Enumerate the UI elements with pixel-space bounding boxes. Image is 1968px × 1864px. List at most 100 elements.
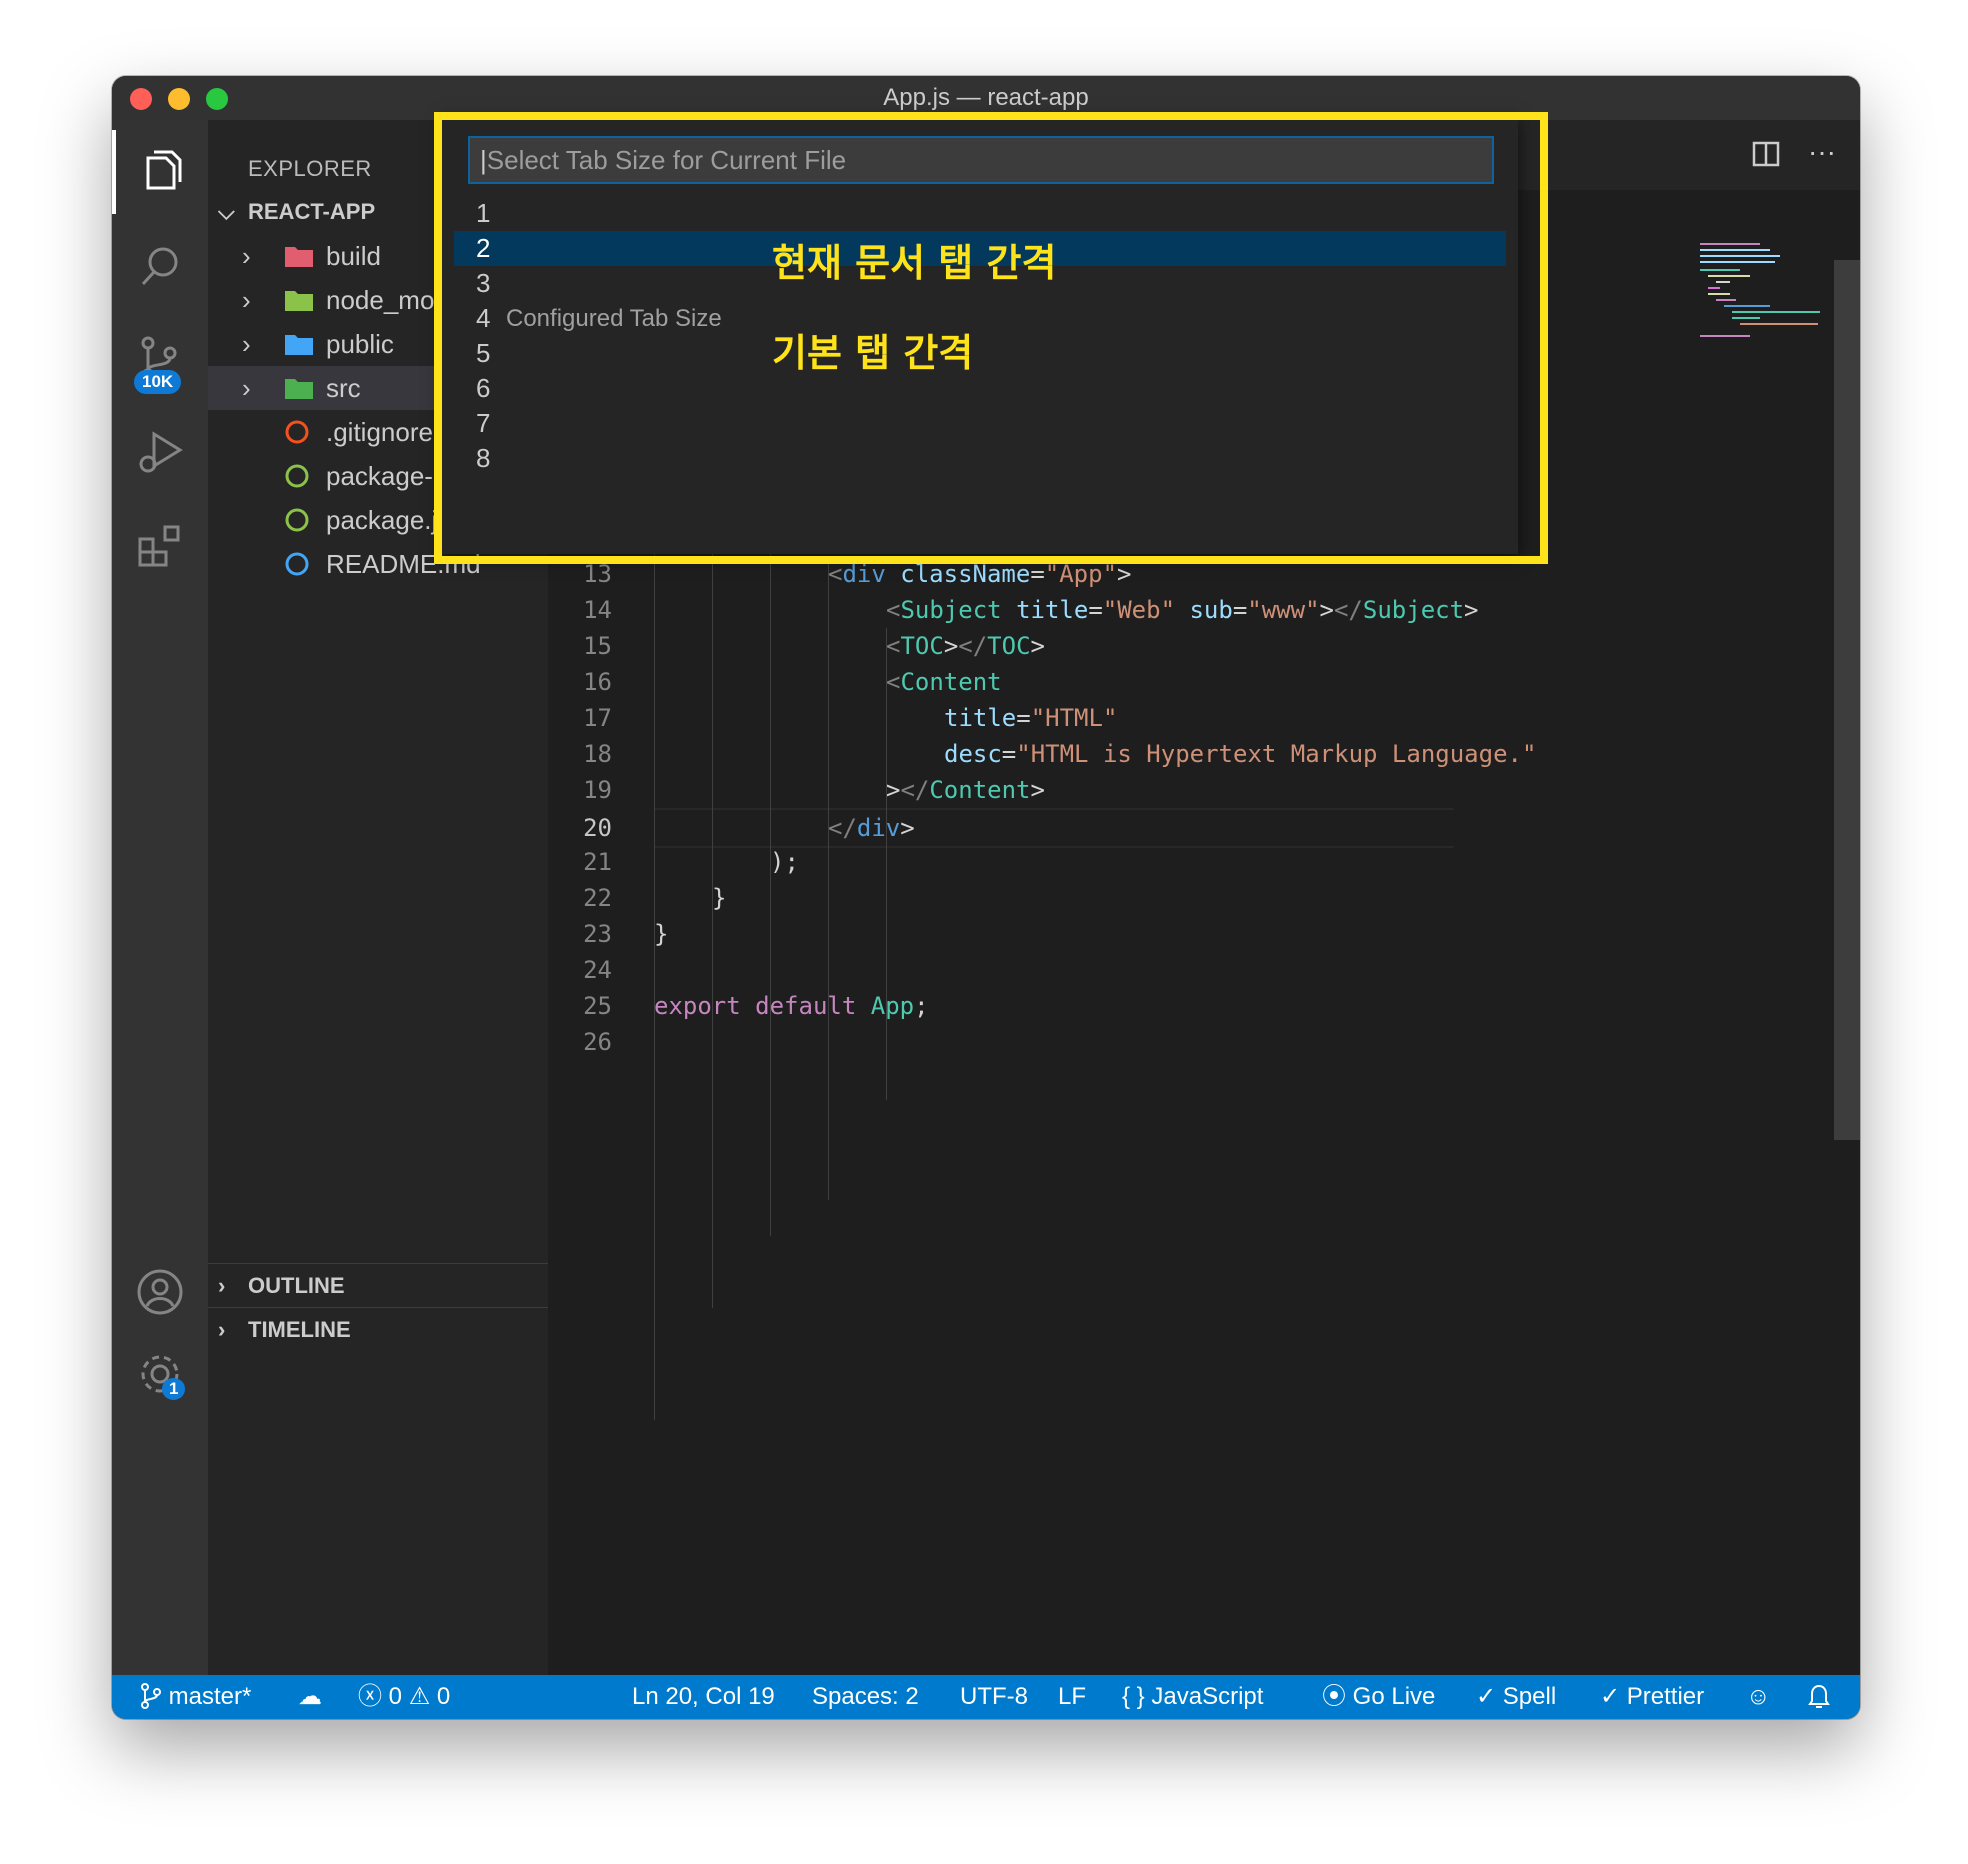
cursor-position-item[interactable]: Ln 20, Col 19 bbox=[632, 1675, 775, 1719]
code-line: 14 <Subject title="Web" sub="www"></Subje… bbox=[548, 592, 1860, 628]
quick-pick-highlight-box bbox=[434, 112, 1548, 564]
indent-guide bbox=[770, 520, 771, 1236]
tree-item-label: .gitignore bbox=[326, 416, 433, 447]
indentation-item[interactable]: Spaces: 2 bbox=[812, 1675, 919, 1719]
maximize-window-button[interactable] bbox=[206, 88, 228, 110]
source-control-badge: 10K bbox=[134, 370, 182, 394]
run-debug-activity-button[interactable] bbox=[112, 410, 208, 494]
chevron-right-icon: › bbox=[242, 372, 251, 403]
chevron-right-icon: › bbox=[218, 1317, 226, 1342]
code-line: 15 <TOC></TOC> bbox=[548, 628, 1860, 664]
code-line: 20 </div> bbox=[583, 808, 1454, 848]
accounts-activity-button[interactable] bbox=[112, 1250, 208, 1334]
sync-status-item[interactable]: ☁ bbox=[298, 1675, 322, 1719]
code-text: </div> bbox=[828, 814, 915, 842]
minimap[interactable] bbox=[1700, 240, 1830, 340]
run-debug-icon bbox=[139, 431, 183, 473]
tree-item-label: public bbox=[326, 328, 394, 359]
braces-icon: { } bbox=[1122, 1683, 1145, 1710]
error-count: 0 bbox=[388, 1683, 403, 1710]
indent-guide bbox=[886, 628, 887, 1100]
extensions-icon bbox=[138, 525, 180, 567]
branch-label: master* bbox=[168, 1683, 252, 1710]
feedback-item[interactable]: ☺ bbox=[1746, 1675, 1771, 1719]
explorer-activity-button[interactable] bbox=[112, 130, 208, 214]
line-number: 24 bbox=[583, 956, 612, 984]
status-bar: master* ☁ ⓧ 0 ⚠ 0 Ln 20, Col 19 Spaces: … bbox=[112, 1675, 1860, 1719]
warning-count: 0 bbox=[436, 1683, 451, 1710]
chevron-right-icon: › bbox=[242, 284, 251, 315]
indent-guide bbox=[712, 484, 713, 1308]
split-editor-icon[interactable] bbox=[1752, 140, 1780, 168]
prettier-item[interactable]: ✓ Prettier bbox=[1600, 1675, 1704, 1719]
check-icon: ✓ bbox=[1476, 1683, 1497, 1710]
more-actions-icon[interactable]: ··· bbox=[1808, 138, 1836, 168]
code-line: 19 ></Content> bbox=[548, 772, 1860, 808]
code-text: } bbox=[654, 920, 669, 948]
line-number: 26 bbox=[583, 1028, 612, 1056]
file-icon bbox=[284, 507, 318, 533]
folder-icon bbox=[284, 332, 318, 356]
language-label: JavaScript bbox=[1151, 1683, 1264, 1710]
indent-guide bbox=[828, 560, 829, 1200]
eol-item[interactable]: LF bbox=[1058, 1675, 1086, 1719]
indent-guide bbox=[654, 420, 655, 1420]
feedback-icon: ☺ bbox=[1746, 1683, 1771, 1710]
file-icon bbox=[284, 551, 318, 577]
code-text: } bbox=[712, 884, 727, 912]
chevron-down-icon: ⌵ bbox=[218, 199, 235, 224]
editor-actions: ··· bbox=[1752, 138, 1836, 168]
line-number: 19 bbox=[583, 776, 612, 804]
problems-status-item[interactable]: ⓧ 0 ⚠ 0 bbox=[358, 1675, 450, 1719]
minimap-preview bbox=[1700, 243, 1820, 337]
language-mode-item[interactable]: { } JavaScript bbox=[1122, 1675, 1263, 1719]
outline-label: OUTLINE bbox=[248, 1273, 345, 1298]
chevron-right-icon: › bbox=[242, 240, 251, 271]
activity-bar: 10K 1 bbox=[112, 120, 208, 1675]
outline-section-header[interactable]: › OUTLINE bbox=[208, 1263, 548, 1308]
code-text: desc="HTML is Hypertext Markup Language.… bbox=[944, 740, 1537, 768]
annotation-default-tab-size: 기본 탭 간격 bbox=[772, 331, 974, 375]
manage-activity-button[interactable]: 1 bbox=[112, 1332, 208, 1416]
check-icon: ✓ bbox=[1600, 1683, 1621, 1710]
code-text: ); bbox=[770, 848, 799, 876]
line-number: 20 bbox=[583, 814, 612, 842]
cloud-sync-icon: ☁ bbox=[298, 1683, 322, 1710]
line-number: 25 bbox=[583, 992, 612, 1020]
notifications-item[interactable] bbox=[1808, 1675, 1830, 1719]
branch-status-item[interactable]: master* bbox=[140, 1675, 251, 1719]
folder-icon bbox=[284, 244, 318, 268]
source-control-activity-button[interactable]: 10K bbox=[112, 318, 208, 402]
line-number: 15 bbox=[583, 632, 612, 660]
folder-icon bbox=[284, 288, 318, 312]
warning-icon: ⚠ bbox=[408, 1683, 431, 1710]
close-window-button[interactable] bbox=[130, 88, 152, 110]
spell-item[interactable]: ✓ Spell bbox=[1476, 1675, 1556, 1719]
error-icon: ⓧ bbox=[358, 1683, 382, 1710]
search-activity-button[interactable] bbox=[112, 224, 208, 308]
minimize-window-button[interactable] bbox=[168, 88, 190, 110]
timeline-section-header[interactable]: › TIMELINE bbox=[208, 1307, 548, 1352]
go-live-item[interactable]: ⦿ Go Live bbox=[1322, 1675, 1435, 1719]
chevron-right-icon: › bbox=[218, 1273, 226, 1298]
annotation-current-tab-size: 현재 문서 탭 간격 bbox=[772, 241, 1057, 285]
extensions-activity-button[interactable] bbox=[112, 504, 208, 588]
code-line: 23} bbox=[548, 916, 1860, 952]
line-number: 22 bbox=[583, 884, 612, 912]
spell-label: Spell bbox=[1502, 1683, 1557, 1710]
broadcast-icon: ⦿ bbox=[1322, 1683, 1346, 1710]
folder-icon bbox=[284, 376, 318, 400]
code-line: 26 bbox=[548, 1024, 1860, 1060]
file-icon bbox=[284, 419, 318, 445]
window-controls bbox=[130, 88, 228, 110]
code-text: export default App; bbox=[654, 992, 929, 1020]
timeline-label: TIMELINE bbox=[248, 1317, 351, 1342]
line-number: 14 bbox=[583, 596, 612, 624]
code-line: 18 desc="HTML is Hypertext Markup Languag… bbox=[548, 736, 1860, 772]
account-icon bbox=[137, 1269, 183, 1315]
chevron-right-icon: › bbox=[242, 328, 251, 359]
line-number: 16 bbox=[583, 668, 612, 696]
bell-icon bbox=[1808, 1684, 1830, 1708]
explorer-title: EXPLORER bbox=[248, 156, 372, 181]
encoding-item[interactable]: UTF-8 bbox=[960, 1675, 1028, 1719]
